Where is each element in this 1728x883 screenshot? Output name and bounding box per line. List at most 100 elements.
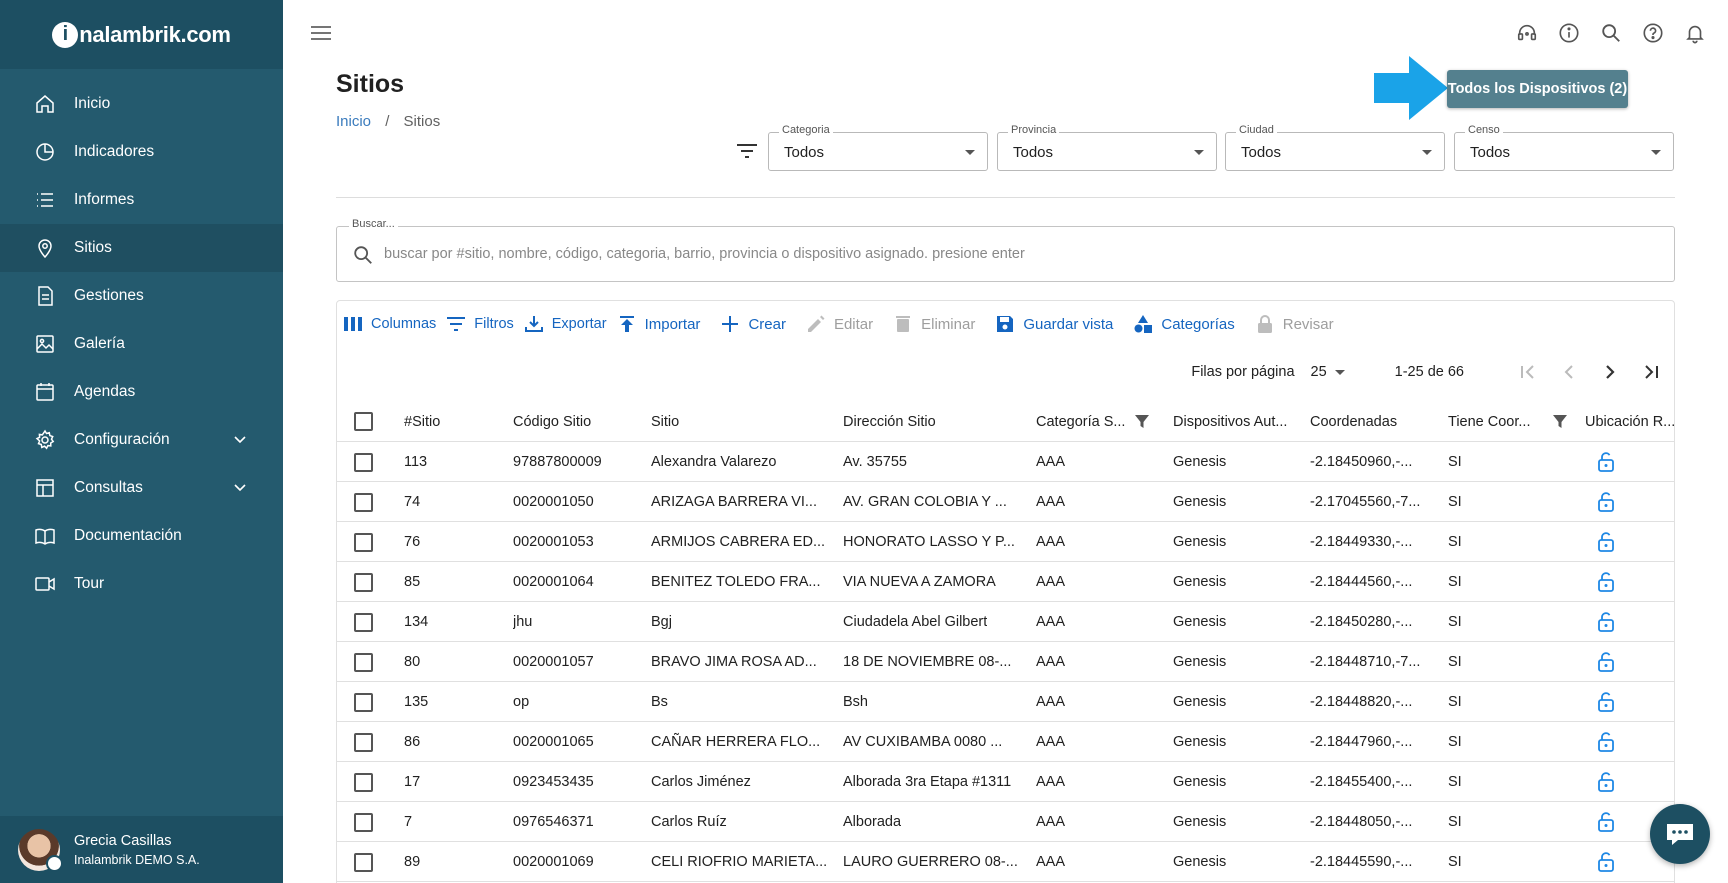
sidebar-item-inicio[interactable]: Inicio — [0, 80, 283, 128]
column-header[interactable]: #Sitio — [404, 401, 440, 442]
brand-logo[interactable]: i nalambrik.com — [0, 0, 283, 69]
table-row[interactable]: 7 0976546371 Carlos Ruíz Alborada AAA Genesis… — [337, 802, 1674, 842]
review-button[interactable]: Revisar — [1255, 314, 1334, 334]
last-page-icon[interactable] — [1640, 361, 1662, 383]
categories-button[interactable]: Categorías — [1133, 314, 1235, 334]
lock-open-icon[interactable] — [1597, 642, 1615, 682]
all-devices-button[interactable]: Todos los Dispositivos (2) — [1447, 70, 1628, 108]
column-header[interactable]: Dispositivos Aut... — [1173, 401, 1287, 442]
export-button[interactable]: Exportar — [524, 314, 607, 334]
filter-select-categoria[interactable]: Categoria Todos — [768, 124, 988, 171]
info-icon[interactable] — [1558, 22, 1580, 44]
row-checkbox[interactable] — [354, 572, 373, 592]
column-header[interactable]: Sitio — [651, 401, 679, 442]
sidebar-item-consultas[interactable]: Consultas — [0, 464, 283, 512]
sidebar-item-configuracion[interactable]: Configuración — [0, 416, 283, 464]
table-row[interactable]: 17 0923453435 Carlos Jiménez Alborada 3ra E… — [337, 762, 1674, 802]
row-checkbox[interactable] — [354, 452, 373, 472]
sidebar-item-galeria[interactable]: Galería — [0, 320, 283, 368]
lock-open-icon[interactable] — [1597, 762, 1615, 802]
column-header[interactable]: Categoría S... — [1036, 401, 1125, 442]
delete-button[interactable]: Eliminar — [893, 314, 975, 334]
table-cell: AAA — [1036, 814, 1066, 830]
lock-open-icon[interactable] — [1597, 602, 1615, 642]
support-agent-icon[interactable] — [1516, 22, 1538, 44]
sidebar-item-indicadores[interactable]: Indicadores — [0, 128, 283, 176]
row-checkbox[interactable] — [354, 772, 373, 792]
filter-select-ciudad[interactable]: Ciudad Todos — [1225, 124, 1445, 171]
next-page-icon[interactable] — [1599, 361, 1621, 383]
sidebar-item-tour[interactable]: Tour — [0, 560, 283, 608]
sidebar-item-agendas[interactable]: Agendas — [0, 368, 283, 416]
table-cell: 97887800009 — [513, 454, 602, 470]
lock-open-icon[interactable] — [1597, 562, 1615, 602]
table-row[interactable]: 89 0020001069 CELI RIOFRIO MARIETA... LAURO… — [337, 842, 1674, 882]
edit-button[interactable]: Editar — [806, 314, 873, 334]
previous-page-icon[interactable] — [1558, 361, 1580, 383]
help-icon[interactable] — [1642, 22, 1664, 44]
save-view-button[interactable]: Guardar vista — [995, 314, 1113, 334]
table-row[interactable]: 113 97887800009 Alexandra Valarezo Av. 3575… — [337, 442, 1674, 482]
lock-open-icon[interactable] — [1597, 522, 1615, 562]
create-button[interactable]: Crear — [720, 314, 786, 334]
chevron-down-icon[interactable] — [233, 481, 247, 495]
row-checkbox[interactable] — [354, 852, 373, 872]
lock-open-icon[interactable] — [1597, 442, 1615, 482]
filter-select-provincia[interactable]: Provincia Todos — [997, 124, 1217, 171]
sidebar-item-gestiones[interactable]: Gestiones — [0, 272, 283, 320]
chevron-down-icon[interactable] — [233, 433, 247, 447]
table-row[interactable]: 85 0020001064 BENITEZ TOLEDO FRA... VIA NUE… — [337, 562, 1674, 602]
columns-button[interactable]: Columnas — [343, 314, 436, 334]
table-row[interactable]: 134 jhu Bgj Ciudadela Abel Gilbert AAA Genesi… — [337, 602, 1674, 642]
search-icon[interactable] — [1600, 22, 1622, 44]
table-cell: 135 — [404, 694, 429, 710]
sidebar-item-documentacion[interactable]: Documentación — [0, 512, 283, 560]
row-checkbox[interactable] — [354, 532, 373, 552]
row-checkbox[interactable] — [354, 652, 373, 672]
lock-open-icon[interactable] — [1597, 722, 1615, 762]
select-all-checkbox[interactable] — [354, 412, 373, 431]
row-checkbox[interactable] — [354, 732, 373, 752]
user-profile[interactable]: Grecia Casillas Inalambrik DEMO S.A. — [0, 816, 283, 883]
column-header[interactable]: Ubicación R... — [1585, 401, 1674, 442]
breadcrumb-home-link[interactable]: Inicio — [336, 113, 371, 130]
column-header[interactable]: Coordenadas — [1310, 401, 1397, 442]
caret-down-icon — [1651, 150, 1661, 155]
table-cell: 86 — [404, 734, 421, 750]
lock-open-icon[interactable] — [1597, 842, 1615, 882]
filters-button[interactable]: Filtros — [446, 314, 514, 334]
lock-open-icon[interactable] — [1597, 482, 1615, 522]
column-filter-icon[interactable] — [1553, 401, 1567, 442]
filter-list-icon[interactable] — [736, 142, 758, 160]
row-checkbox[interactable] — [354, 492, 373, 512]
column-header[interactable]: Código Sitio — [513, 401, 591, 442]
avatar[interactable] — [18, 828, 63, 872]
lock-open-icon[interactable] — [1597, 682, 1615, 722]
sidebar-item-informes[interactable]: Informes — [0, 176, 283, 224]
import-button[interactable]: Importar — [617, 314, 700, 334]
pencil-icon — [806, 314, 826, 334]
bell-icon[interactable] — [1684, 22, 1706, 44]
column-header[interactable]: Dirección Sitio — [843, 401, 936, 442]
row-checkbox[interactable] — [354, 612, 373, 632]
lock-open-icon[interactable] — [1597, 802, 1615, 842]
sidebar-item-sitios[interactable]: Sitios — [0, 224, 283, 272]
search-input[interactable] — [384, 241, 1584, 267]
rows-per-page-caret-icon[interactable] — [1334, 369, 1345, 375]
chat-button[interactable] — [1650, 804, 1710, 864]
table-row[interactable]: 135 op Bs Bsh AAA Genesis -2.18448820,-... SI — [337, 682, 1674, 722]
row-checkbox[interactable] — [354, 692, 373, 712]
hamburger-menu-icon[interactable] — [310, 24, 332, 42]
row-checkbox[interactable] — [354, 812, 373, 832]
table-row[interactable]: 80 0020001057 BRAVO JIMA ROSA AD... 18 DE N… — [337, 642, 1674, 682]
lock-icon — [1255, 314, 1275, 334]
column-filter-icon[interactable] — [1135, 401, 1149, 442]
table-row[interactable]: 76 0020001053 ARMIJOS CABRERA ED... HONORAT… — [337, 522, 1674, 562]
first-page-icon[interactable] — [1517, 361, 1539, 383]
column-header[interactable]: Tiene Coor... — [1448, 401, 1530, 442]
filter-select-censo[interactable]: Censo Todos — [1454, 124, 1674, 171]
table-row[interactable]: 86 0020001065 CAÑAR HERRERA FLO... AV CUXIB… — [337, 722, 1674, 762]
rows-per-page-select[interactable]: 25 — [1311, 364, 1327, 380]
table-cell: -2.18450280,-... — [1310, 614, 1413, 630]
table-row[interactable]: 74 0020001050 ARIZAGA BARRERA VI... AV. GRA… — [337, 482, 1674, 522]
